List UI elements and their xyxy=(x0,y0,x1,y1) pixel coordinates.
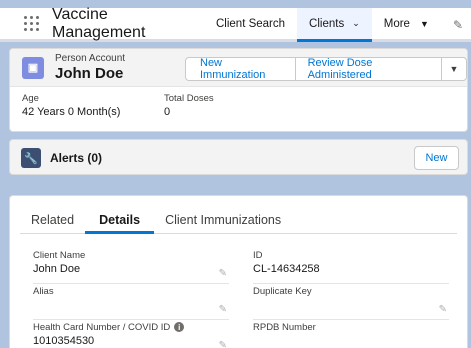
app-launcher-button[interactable] xyxy=(16,8,46,39)
wrench-icon: 🔧 xyxy=(21,148,41,168)
record-header-card: ▣ Person Account John Doe New Immunizati… xyxy=(9,48,468,132)
record-header-top: ▣ Person Account John Doe New Immunizati… xyxy=(10,49,467,87)
field-label: Total Doses xyxy=(164,93,214,104)
record-tabs: Related Details Client Immunizations xyxy=(20,206,457,234)
pencil-icon[interactable]: ✎ xyxy=(219,268,227,279)
field-label: Client Name xyxy=(33,250,86,261)
tab-client-immunizations[interactable]: Client Immunizations xyxy=(154,206,292,233)
tab-details[interactable]: Details xyxy=(85,206,155,234)
tab-related[interactable]: Related xyxy=(20,206,85,233)
duplicate-key-field: Duplicate Key ✎ xyxy=(253,286,449,320)
chevron-down-icon[interactable]: ⌄ xyxy=(352,18,360,29)
alerts-title[interactable]: Alerts (0) xyxy=(50,151,102,165)
age-field: Age 42 Years 0 Month(s) xyxy=(22,93,120,118)
action-button-group: New Immunization Review Dose Administere… xyxy=(185,57,467,81)
top-navigation: Vaccine Management Client Search Clients… xyxy=(0,5,471,42)
record-type-label: Person Account xyxy=(55,53,126,64)
person-account-icon: ▣ xyxy=(22,56,44,79)
pencil-icon[interactable]: ✎ xyxy=(439,304,447,315)
nav-item-label: Client Search xyxy=(216,17,286,30)
field-value: CL-14634258 xyxy=(253,263,320,275)
record-name: John Doe xyxy=(55,65,124,82)
alerts-card: 🔧 Alerts (0) New xyxy=(9,139,468,175)
id-field: ID CL-14634258 xyxy=(253,250,449,284)
review-dose-administered-button[interactable]: Review Dose Administered xyxy=(295,57,442,81)
field-value: 0 xyxy=(164,106,171,118)
details-card: Related Details Client Immunizations Cli… xyxy=(9,195,468,348)
field-label: Health Card Number / COVID ID i xyxy=(33,322,229,333)
new-immunization-button[interactable]: New Immunization xyxy=(186,57,296,81)
rpdb-number-field: RPDB Number xyxy=(253,322,449,348)
field-value: 42 Years 0 Month(s) xyxy=(22,106,121,118)
app-launcher-icon xyxy=(23,16,39,31)
total-doses-field: Total Doses 0 xyxy=(164,93,214,118)
more-actions-chevron-down-icon[interactable]: ▼ xyxy=(441,58,466,80)
app-name: Vaccine Management xyxy=(52,5,146,41)
field-value: John Doe xyxy=(33,263,81,275)
pencil-icon[interactable]: ✎ xyxy=(219,340,227,348)
info-icon[interactable]: i xyxy=(174,322,185,333)
health-card-field: Health Card Number / COVID ID i 101035453… xyxy=(33,322,229,348)
new-alert-button[interactable]: New xyxy=(414,146,459,170)
client-name-field: Client Name John Doe ✎ xyxy=(33,250,229,284)
field-value: 1010354530 xyxy=(33,335,95,347)
pencil-icon[interactable]: ✎ xyxy=(219,304,227,315)
field-label: Duplicate Key xyxy=(253,286,312,297)
record-title-block: Person Account John Doe xyxy=(55,53,125,82)
field-label-text: Health Card Number / COVID ID xyxy=(33,322,171,333)
chevron-down-icon: ▼ xyxy=(419,18,429,29)
nav-item-more[interactable]: More ▼ xyxy=(372,8,441,39)
field-label: ID xyxy=(253,250,263,261)
field-label: RPDB Number xyxy=(253,322,316,333)
nav-item-label: More xyxy=(383,17,410,30)
alias-field: Alias ✎ xyxy=(33,286,229,320)
field-label: Age xyxy=(22,93,39,104)
nav-item-client-search[interactable]: Client Search xyxy=(204,8,297,39)
nav-item-clients[interactable]: Clients ⌄ xyxy=(297,8,372,42)
field-label: Alias xyxy=(33,286,54,297)
edit-nav-pencil-icon[interactable]: ✎ xyxy=(453,18,463,32)
nav-item-label: Clients xyxy=(309,17,345,30)
